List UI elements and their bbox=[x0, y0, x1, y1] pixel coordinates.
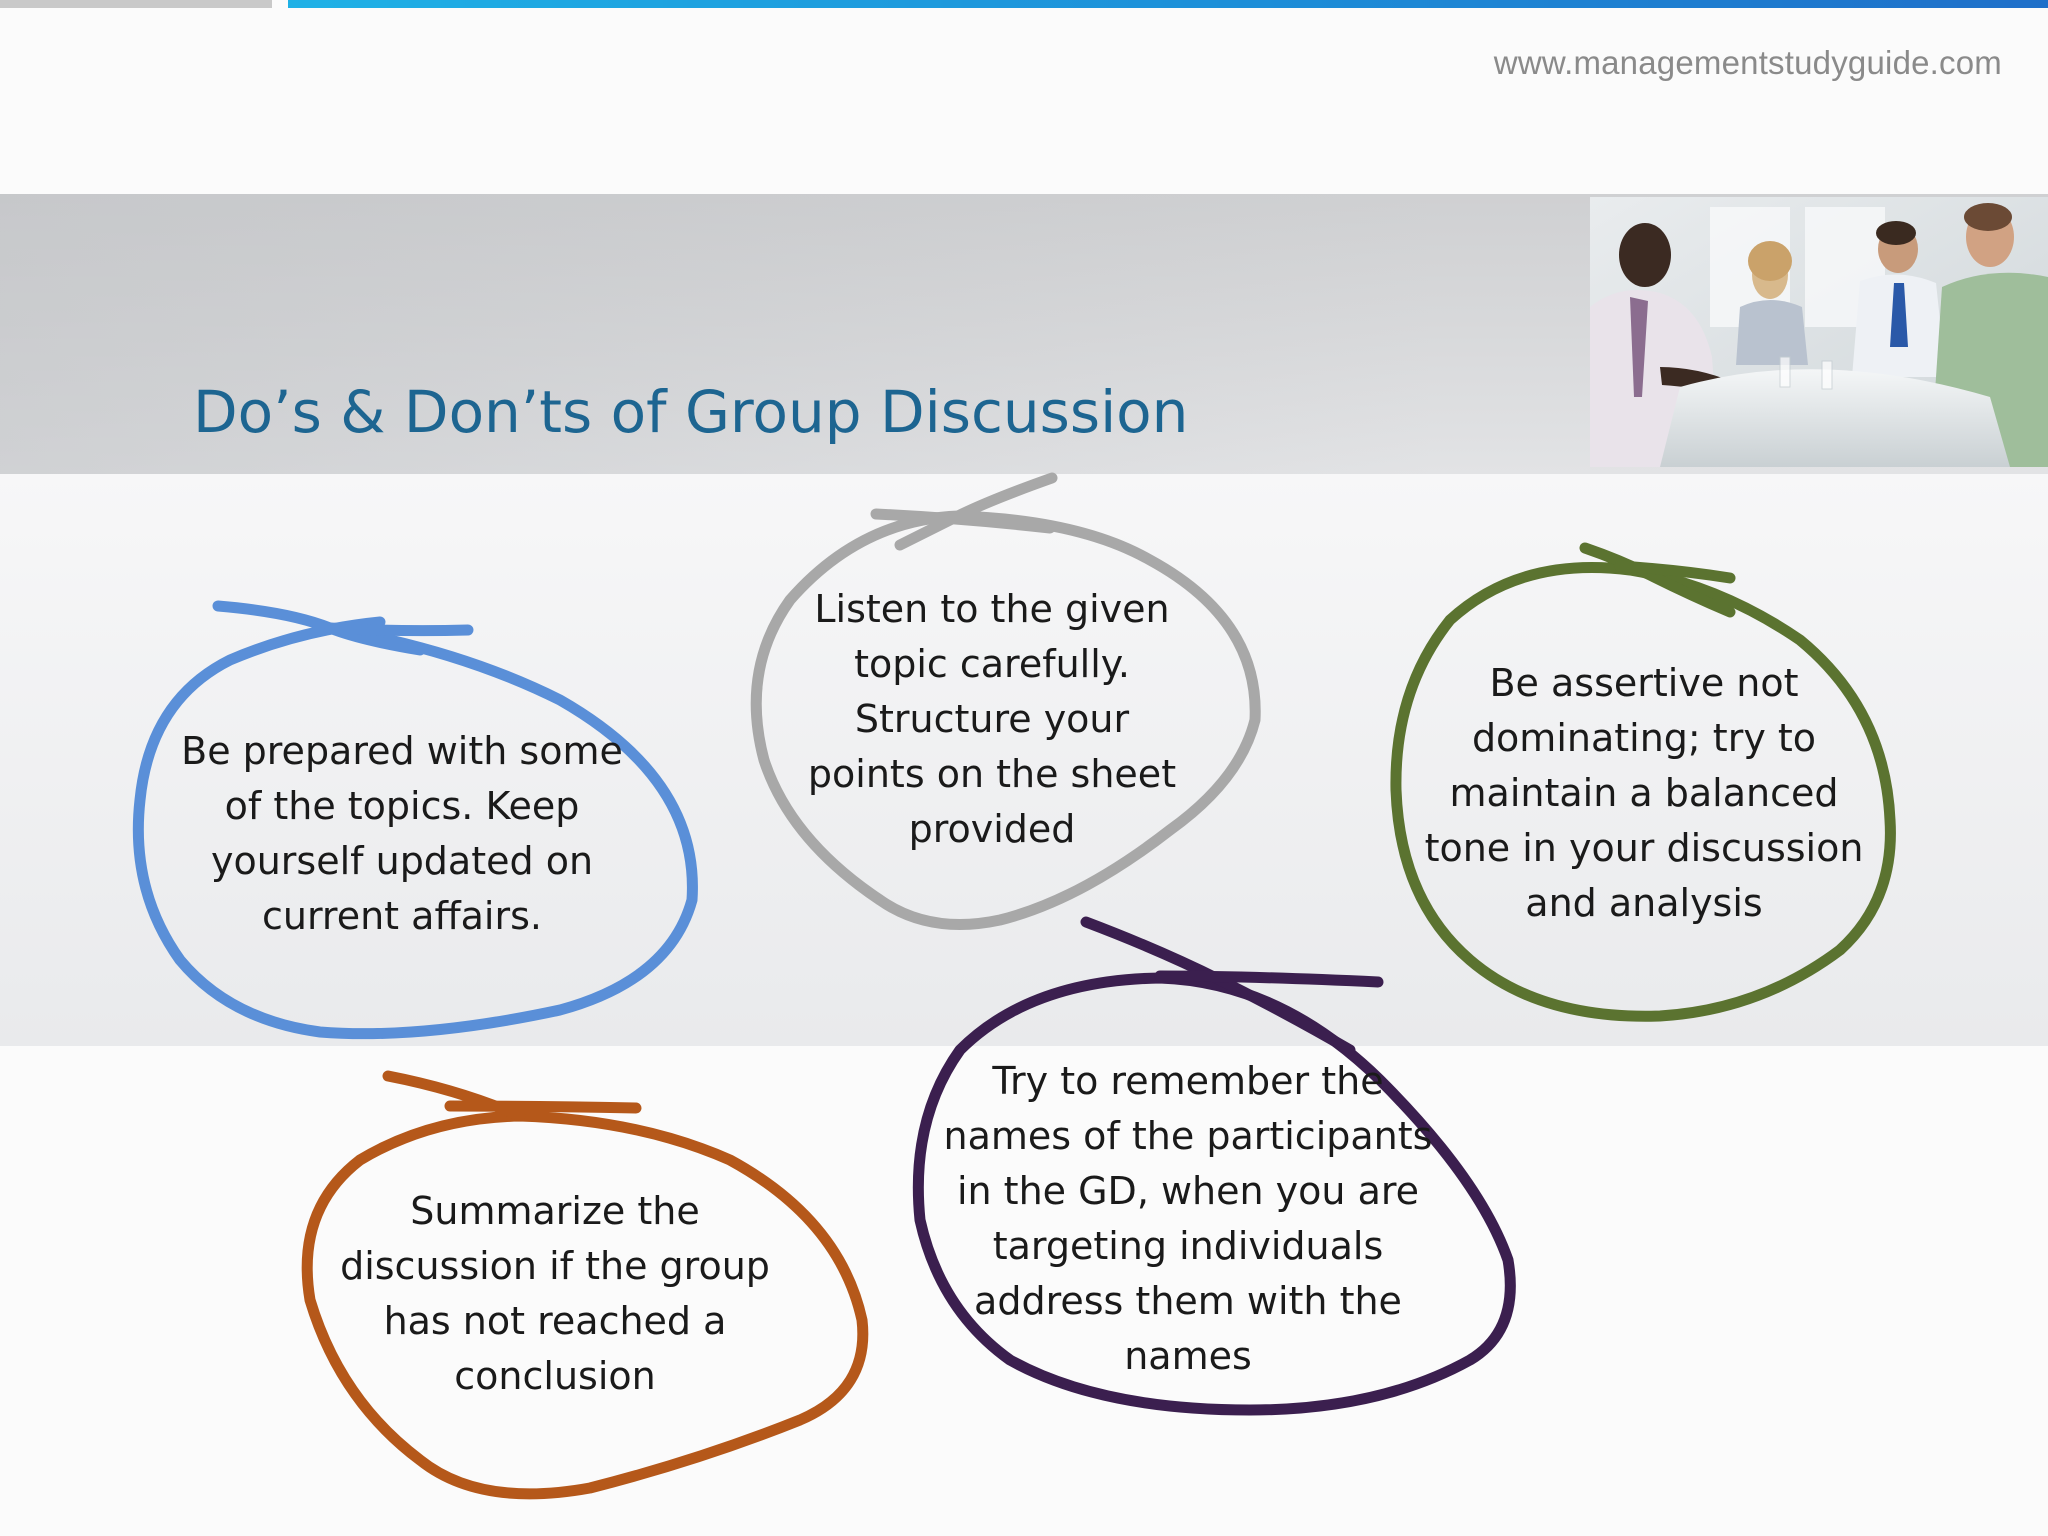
bubble-text-listen: Listen to the given topic carefully. Str… bbox=[807, 587, 1177, 851]
bubble-text-remember-names: Try to remember the names of the partici… bbox=[943, 1059, 1433, 1378]
slide: www.managementstudyguide.com Do’s & Don’… bbox=[0, 0, 2048, 1536]
bubble-text-assertive: Be assertive not dominating; try to main… bbox=[1424, 661, 1864, 925]
bubble-text-prepared: Be prepared with some of the topics. Kee… bbox=[181, 729, 623, 938]
bubble-text-summarize: Summarize the discussion if the group ha… bbox=[340, 1189, 770, 1398]
